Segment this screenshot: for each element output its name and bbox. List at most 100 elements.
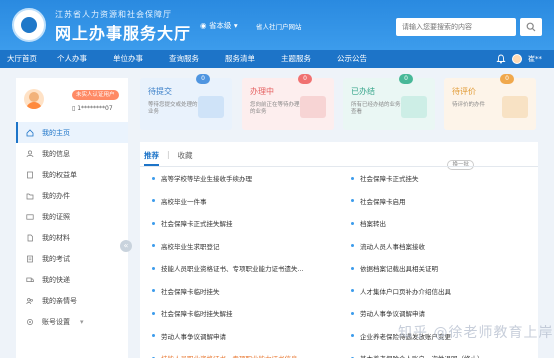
auth-status-badge[interactable]: 未实人认证用户 xyxy=(72,90,119,100)
delivery-icon xyxy=(26,277,34,282)
search-input[interactable] xyxy=(396,18,492,36)
tab-recommended[interactable]: 推荐 xyxy=(144,150,159,166)
nav-announcements[interactable]: 公示公告 xyxy=(324,50,380,68)
service-link[interactable]: 高等学校等毕业生接收手续办理 xyxy=(140,173,339,183)
nav-personal[interactable]: 个人办事 xyxy=(44,50,100,68)
sidebar-item-home[interactable]: 我的主页 xyxy=(16,122,128,143)
region-selector[interactable]: ◉ 省本级 ▾ xyxy=(200,20,238,31)
service-label: 社会保障卡正式挂失 xyxy=(360,175,419,184)
service-link[interactable]: 高校毕业生求职登记 xyxy=(140,241,339,251)
search-button[interactable] xyxy=(520,18,542,36)
card-desc: 您向前正在等待办理的业务 xyxy=(250,102,300,115)
sidebar-item-label: 我的证照 xyxy=(42,212,70,221)
sidebar-item-label: 我的快递 xyxy=(42,275,70,284)
service-label: 高校毕业生求职登记 xyxy=(161,242,220,251)
card-desc: 等待您提交或处理的业务 xyxy=(148,102,198,115)
profile-block: 未实人认证用户 ▯ 1********07 xyxy=(16,78,128,118)
bullet-icon xyxy=(351,244,354,248)
document-icon xyxy=(27,171,33,178)
portal-link[interactable]: 省人社门户网站 xyxy=(256,21,302,31)
service-link[interactable]: 劳动人事争议调解申请 xyxy=(140,331,339,341)
id-card-icon xyxy=(26,213,34,220)
service-label: 人才集体户口页补办介绍信出具 xyxy=(360,287,451,296)
tab-favorites[interactable]: 收藏 xyxy=(178,150,193,166)
service-link[interactable]: 基本养老保险个人账户一次性退回（终止） xyxy=(339,353,538,358)
service-link[interactable]: 流动人员人事档案接收 xyxy=(339,241,538,251)
bullet-icon xyxy=(152,176,155,180)
bullet-icon xyxy=(152,266,155,270)
sidebar-item-settings[interactable]: 账号设置 ▾ xyxy=(16,311,128,332)
card-desc: 待评价的办件 xyxy=(452,102,486,108)
nav-query[interactable]: 查询服务 xyxy=(156,50,212,68)
phone-value: 1********07 xyxy=(77,105,113,112)
sidebar-item-label: 我的信息 xyxy=(42,149,70,158)
sidebar-item-materials[interactable]: 我的材料 xyxy=(16,227,128,248)
sidebar-item-label: 我的亲情号 xyxy=(42,296,77,305)
service-row: 技能人员职业资格证书、专项职业能力证书遗失... 依据档案记载出具相关证明 xyxy=(140,257,538,280)
user-icon xyxy=(26,150,34,157)
service-link[interactable]: 社会保障卡正式挂失解挂 xyxy=(140,218,339,228)
phone-number: ▯ 1********07 xyxy=(72,105,113,112)
phone-icon: ▯ xyxy=(72,105,76,112)
site-title[interactable]: 网上办事服务大厅 xyxy=(55,20,191,44)
user-name[interactable]: 崔** xyxy=(528,54,542,64)
bullet-icon xyxy=(351,266,354,270)
card-title: 办理中 xyxy=(250,87,274,96)
bullet-icon xyxy=(152,311,155,315)
service-label: 劳动人事争议调解申请 xyxy=(161,332,226,341)
card-completed[interactable]: 已办结 0 所有已经办结的业务查看 xyxy=(343,74,435,130)
sidebar-item-label: 我的主页 xyxy=(42,128,70,137)
service-link[interactable]: 技能人员职业资格证书、专项职业能力证书信息... xyxy=(140,353,339,358)
sidebar-item-licenses[interactable]: 我的证照 xyxy=(16,206,128,227)
sidebar-collapse-button[interactable]: « xyxy=(120,240,132,252)
watermark: 知乎 @徐老师教育上岸 xyxy=(398,325,554,341)
folder-icon xyxy=(26,193,34,199)
service-link[interactable]: 社会保障卡正式挂失 xyxy=(339,173,538,183)
service-link[interactable]: 档案转出 xyxy=(339,218,538,228)
service-link[interactable]: 社会保障卡临时挂失解挂 xyxy=(140,308,339,318)
service-label: 流动人员人事档案接收 xyxy=(360,242,425,251)
site-header: 江苏省人力资源和社会保障厅 网上办事服务大厅 ◉ 省本级 ▾ 省人社门户网站 xyxy=(0,0,554,50)
home-icon xyxy=(26,128,34,136)
service-link[interactable]: 依据档案记载出具相关证明 xyxy=(339,263,538,273)
service-link[interactable]: 技能人员职业资格证书、专项职业能力证书遗失... xyxy=(140,263,339,273)
location-icon: ◉ xyxy=(200,21,207,30)
card-count-badge: 0 xyxy=(399,74,413,84)
ministry-logo[interactable] xyxy=(12,8,46,42)
sidebar-item-delivery[interactable]: 我的快递 xyxy=(16,269,128,290)
service-link[interactable]: 人才集体户口页补办介绍信出具 xyxy=(339,286,538,296)
nav-home[interactable]: 大厅首页 xyxy=(0,50,44,68)
sidebar-item-exams[interactable]: 我的考试 xyxy=(16,248,128,269)
card-in-progress[interactable]: 办理中 0 您向前正在等待办理的业务 xyxy=(242,74,334,130)
bullet-icon xyxy=(351,334,354,338)
service-label: 基本养老保险个人账户一次性退回（终止） xyxy=(360,353,484,358)
bell-icon[interactable] xyxy=(496,54,506,64)
sidebar-item-rights[interactable]: 我的权益单 xyxy=(16,164,128,185)
card-pending-submit[interactable]: 待提交 0 等待您提交或处理的业务 xyxy=(140,74,232,130)
sidebar-item-family[interactable]: 我的亲情号 xyxy=(16,290,128,311)
bullet-icon xyxy=(351,221,354,225)
sidebar-menu: 我的主页 我的信息 我的权益单 我的办件 我的证照 我的材料 我的考试 我的快递… xyxy=(16,122,128,332)
sidebar-item-info[interactable]: 我的信息 xyxy=(16,143,128,164)
service-link[interactable]: 社会保障卡启用 xyxy=(339,196,538,206)
service-row: 高等学校等毕业生接收手续办理 社会保障卡正式挂失 xyxy=(140,167,538,190)
nav-company[interactable]: 单位办事 xyxy=(100,50,156,68)
user-avatar[interactable] xyxy=(512,54,522,64)
nav-theme[interactable]: 主题服务 xyxy=(268,50,324,68)
service-row: 高校毕业生求职登记 流动人员人事档案接收 xyxy=(140,235,538,258)
card-count-badge: 0 xyxy=(500,74,514,84)
bullet-icon xyxy=(152,244,155,248)
sidebar-item-cases[interactable]: 我的办件 xyxy=(16,185,128,206)
card-to-evaluate[interactable]: 待评价 0 待评价的办件 xyxy=(444,74,536,130)
nav-service-list[interactable]: 服务清单 xyxy=(212,50,268,68)
hourglass-icon xyxy=(300,96,326,118)
card-count-badge: 0 xyxy=(298,74,312,84)
card-title: 已办结 xyxy=(351,87,375,96)
bullet-icon xyxy=(152,334,155,338)
service-link[interactable]: 劳动人事争议调解申请 xyxy=(339,308,538,318)
sidebar-item-label: 我的权益单 xyxy=(42,170,77,179)
avatar[interactable] xyxy=(24,89,44,109)
service-link[interactable]: 社会保障卡临时挂失 xyxy=(140,286,339,296)
service-label: 依据档案记载出具相关证明 xyxy=(360,265,438,274)
service-link[interactable]: 高校毕业一件事 xyxy=(140,196,339,206)
